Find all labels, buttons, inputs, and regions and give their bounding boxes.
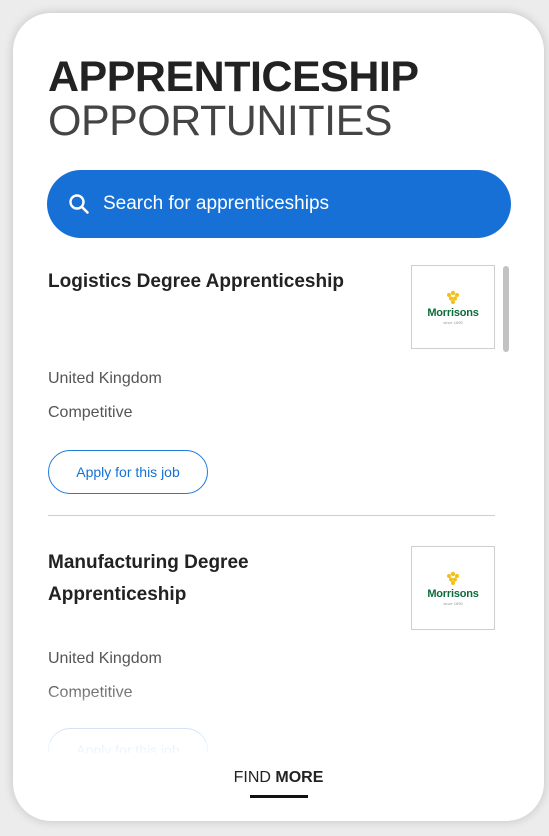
job-title[interactable]: Manufacturing Degree Apprenticeship xyxy=(48,547,388,611)
logo-subtext: since 1899 xyxy=(443,600,463,606)
job-divider xyxy=(48,515,495,516)
logo-text: Morrisons xyxy=(427,587,479,600)
page-title-line2: OPPORTUNITIES xyxy=(48,97,392,145)
job-salary: Competitive xyxy=(48,404,133,421)
logo-text: Morrisons xyxy=(427,306,479,319)
job-list: Logistics Degree Apprenticeship Morrison… xyxy=(13,263,544,753)
find-more-link[interactable]: FIND MORE xyxy=(13,769,544,787)
apply-button[interactable]: Apply for this job xyxy=(48,728,208,753)
apply-button[interactable]: Apply for this job xyxy=(48,450,208,494)
apprenticeship-widget-card: APPRENTICESHIP OPPORTUNITIES Search for … xyxy=(13,13,544,821)
company-logo: Morrisons since 1899 xyxy=(411,546,495,630)
search-bar[interactable]: Search for apprenticeships xyxy=(47,170,511,238)
job-salary: Competitive xyxy=(48,684,133,701)
find-more-label-more: MORE xyxy=(275,769,324,786)
company-logo: Morrisons since 1899 xyxy=(411,265,495,349)
page-title-line1: APPRENTICESHIP xyxy=(48,53,419,101)
find-more-underline xyxy=(250,795,308,798)
logo-subtext: since 1899 xyxy=(443,319,463,325)
list-scrollbar[interactable] xyxy=(503,266,509,352)
search-input[interactable]: Search for apprenticeships xyxy=(103,193,329,215)
search-icon xyxy=(67,192,91,216)
job-title[interactable]: Logistics Degree Apprenticeship xyxy=(48,266,388,298)
wheatsheaf-icon xyxy=(447,571,459,585)
job-location: United Kingdom xyxy=(48,370,162,387)
find-more-label-find: FIND xyxy=(233,769,271,786)
wheatsheaf-icon xyxy=(447,290,459,304)
job-location: United Kingdom xyxy=(48,650,162,667)
